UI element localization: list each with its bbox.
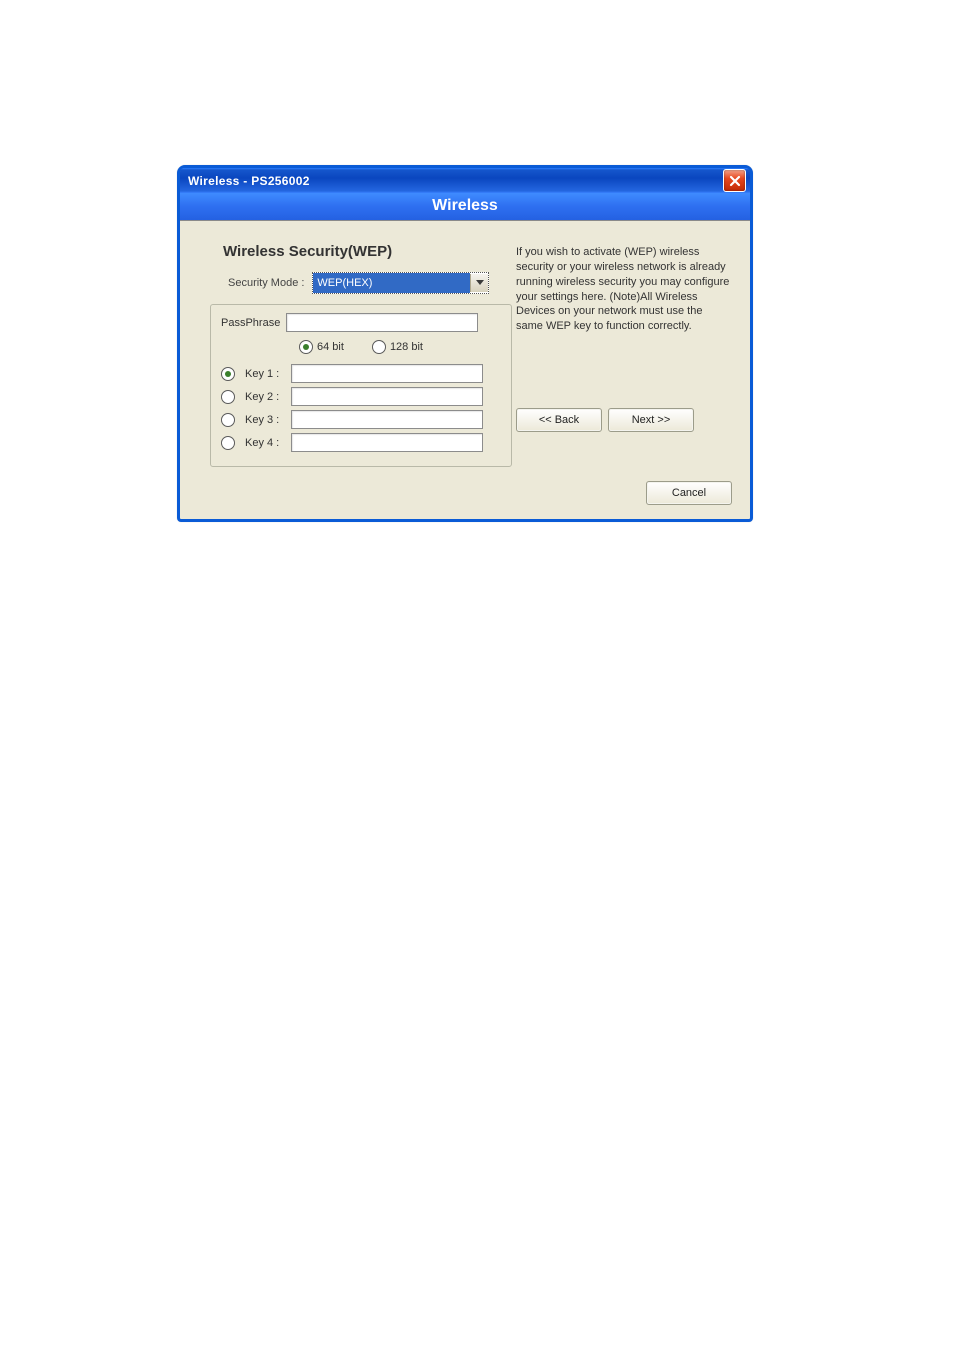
page-title: Wireless Security(WEP) <box>223 243 498 260</box>
wep-key-group: PassPhrase 64 bit 128 bit <box>210 304 512 467</box>
chevron-down-icon <box>470 274 488 292</box>
back-button[interactable]: << Back <box>516 408 602 432</box>
key2-input[interactable] <box>291 387 483 406</box>
security-mode-label: Security Mode : <box>228 277 304 289</box>
radio-icon <box>221 413 235 427</box>
radio-64bit[interactable]: 64 bit <box>299 340 344 354</box>
radio-icon <box>299 340 313 354</box>
window-title: Wireless - PS256002 <box>188 174 310 188</box>
radio-key3[interactable] <box>221 413 239 427</box>
cancel-button[interactable]: Cancel <box>646 481 732 505</box>
radio-128bit[interactable]: 128 bit <box>372 340 423 354</box>
next-button[interactable]: Next >> <box>608 408 694 432</box>
security-mode-select[interactable]: WEP(HEX) <box>312 272 489 294</box>
radio-icon <box>221 436 235 450</box>
close-button[interactable] <box>723 169 746 192</box>
dialog-window: Wireless - PS256002 Wireless Wireless Se… <box>177 165 753 522</box>
radio-icon <box>372 340 386 354</box>
radio-icon <box>221 390 235 404</box>
help-text: If you wish to activate (WEP) wireless s… <box>516 245 732 334</box>
key3-input[interactable] <box>291 410 483 429</box>
radio-icon <box>221 367 235 381</box>
security-mode-value: WEP(HEX) <box>313 273 470 293</box>
radio-key2[interactable] <box>221 390 239 404</box>
radio-key1[interactable] <box>221 367 239 381</box>
dialog-body: Wireless Security(WEP) Security Mode : W… <box>180 221 750 519</box>
key4-label: Key 4 : <box>245 437 285 449</box>
key1-label: Key 1 : <box>245 368 285 380</box>
radio-64bit-label: 64 bit <box>317 341 344 353</box>
passphrase-label: PassPhrase <box>221 317 280 329</box>
key3-label: Key 3 : <box>245 414 285 426</box>
close-icon <box>729 175 741 187</box>
passphrase-input[interactable] <box>286 313 478 332</box>
key2-label: Key 2 : <box>245 391 285 403</box>
radio-128bit-label: 128 bit <box>390 341 423 353</box>
titlebar: Wireless - PS256002 <box>180 168 750 193</box>
section-header: Wireless <box>180 193 750 221</box>
key1-input[interactable] <box>291 364 483 383</box>
radio-key4[interactable] <box>221 436 239 450</box>
key4-input[interactable] <box>291 433 483 452</box>
